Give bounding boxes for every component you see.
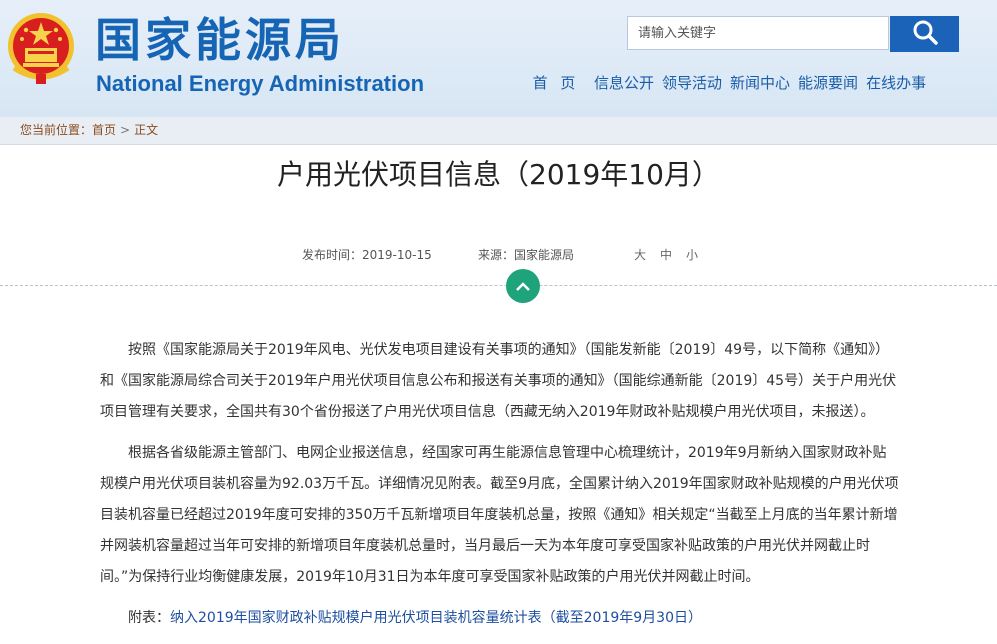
nav-item-home[interactable]: 首 页: [526, 72, 586, 94]
breadcrumb-separator: >: [120, 123, 131, 137]
nav-item-info-disclosure[interactable]: 信息公开: [594, 72, 654, 94]
font-size-large[interactable]: 大: [634, 248, 646, 262]
search-input[interactable]: [628, 17, 888, 49]
collapse-toggle-button[interactable]: [506, 269, 540, 303]
attachment-line: 附表：纳入2019年国家财政补贴规模户用光伏项目装机容量统计表（截至2019年9…: [100, 603, 900, 634]
attachment-prefix: 附表：: [128, 610, 170, 626]
chevron-up-icon: [515, 277, 531, 296]
font-size-small[interactable]: 小: [686, 248, 698, 262]
header-divider: [0, 285, 997, 286]
site-title-cn[interactable]: 国家能源局: [95, 12, 345, 68]
search-button[interactable]: [890, 16, 959, 52]
article-source: 来源：国家能源局: [478, 248, 575, 262]
nav-item-leader-activities[interactable]: 领导活动: [662, 72, 722, 94]
page-title: 户用光伏项目信息（2019年10月）: [277, 158, 720, 191]
breadcrumb-prefix: 您当前位置：: [20, 123, 93, 137]
site-header: 国家能源局 National Energy Administration 首 页…: [0, 0, 997, 117]
attachment-link[interactable]: 纳入2019年国家财政补贴规模户用光伏项目装机容量统计表（截至2019年9月30…: [170, 610, 702, 626]
breadcrumb-bar: 您当前位置：首页 > 正文: [0, 117, 997, 145]
nav-item-news-center[interactable]: 新闻中心: [730, 72, 790, 94]
paragraph-1: 按照《国家能源局关于2019年风电、光伏发电项目建设有关事项的通知》（国能发新能…: [100, 342, 897, 420]
breadcrumb: 您当前位置：首页 > 正文: [20, 117, 158, 144]
national-emblem-icon[interactable]: [6, 8, 76, 88]
nav-item-online-services[interactable]: 在线办事: [866, 72, 926, 94]
font-size-medium[interactable]: 中: [660, 248, 672, 262]
font-size-switcher: 大中小: [634, 246, 712, 264]
breadcrumb-item-current[interactable]: 正文: [134, 123, 158, 137]
site-title-en[interactable]: National Energy Administration: [96, 70, 424, 98]
publish-time: 发布时间：2019-10-15: [302, 248, 432, 262]
paragraph-2: 根据各省级能源主管部门、电网企业报送信息，经国家可再生能源信息管理中心梳理统计，…: [100, 445, 899, 585]
breadcrumb-item-home[interactable]: 首页: [92, 123, 116, 137]
article-body: 按照《国家能源局关于2019年风电、光伏发电项目建设有关事项的通知》（国能发新能…: [100, 335, 900, 644]
search-icon: [912, 19, 938, 49]
main-nav: 首 页 信息公开 领导活动 新闻中心 能源要闻 在线办事: [526, 72, 926, 94]
search-box: [627, 16, 889, 50]
nav-item-energy-news[interactable]: 能源要闻: [798, 72, 858, 94]
